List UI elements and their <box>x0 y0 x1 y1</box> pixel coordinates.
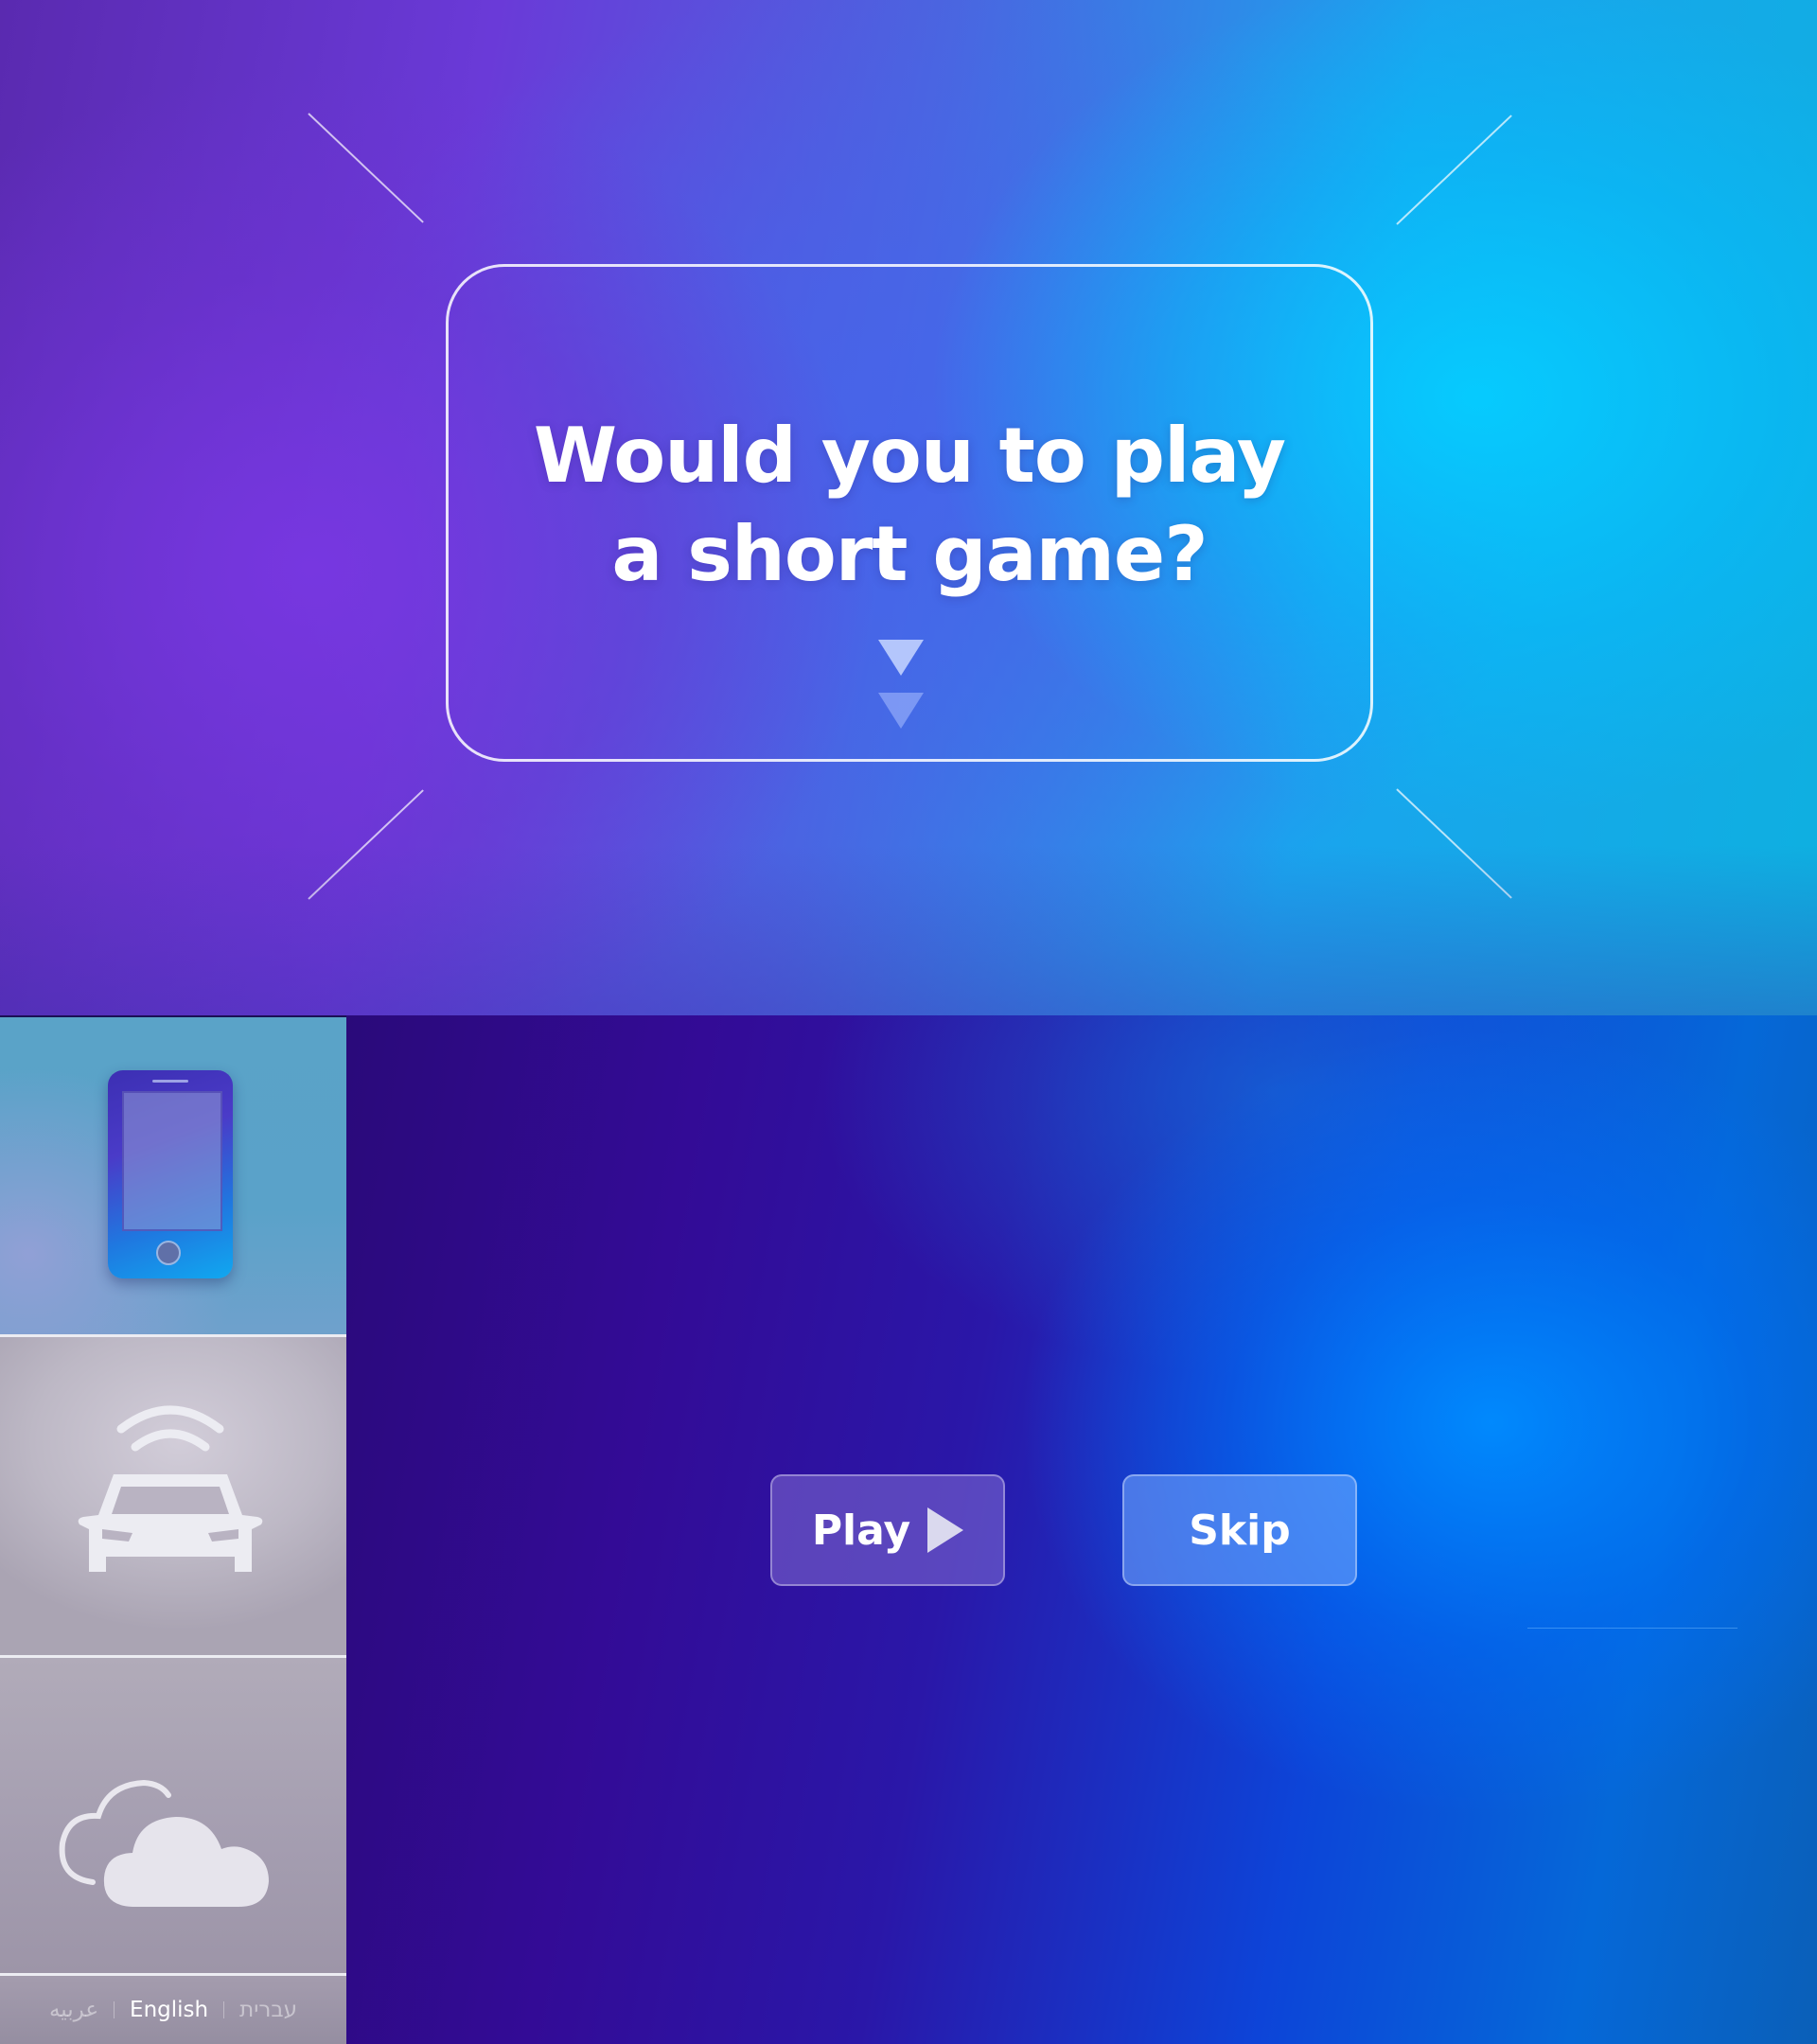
play-button[interactable]: Play <box>770 1474 1005 1586</box>
chevron-down-icon <box>878 693 924 729</box>
language-option-hebrew[interactable]: עברית <box>239 1998 297 2022</box>
sidebar-item-connected-car[interactable] <box>0 1337 346 1655</box>
question-text: Would you to play a short game? <box>446 407 1373 604</box>
sidebar-item-cloud[interactable] <box>0 1658 346 1973</box>
phone-speaker <box>152 1080 188 1083</box>
phone-home-button <box>156 1241 181 1265</box>
decor-ray-top-right <box>1396 115 1512 225</box>
language-divider <box>114 2001 115 2018</box>
language-option-arabic[interactable]: عربيه <box>49 1998 98 2022</box>
chevron-down-icon <box>878 640 924 676</box>
decor-ray-top-left <box>308 113 424 223</box>
decor-ray-bottom-right <box>1396 788 1512 899</box>
question-line-2: a short game? <box>611 510 1208 598</box>
main-panel: Play Skip <box>346 1015 1817 2044</box>
language-divider <box>223 2001 225 2018</box>
sidebar: عربيه English עברית <box>0 1017 346 2044</box>
language-switcher: عربيه English עברית <box>0 1976 346 2044</box>
cloud-icon <box>59 1779 269 1907</box>
phone-screen <box>122 1091 222 1231</box>
hero-panel: Would you to play a short game? <box>0 0 1817 1015</box>
sidebar-item-phone[interactable] <box>0 1017 346 1334</box>
play-icon <box>927 1507 964 1553</box>
language-option-english[interactable]: English <box>130 1998 208 2022</box>
skip-button[interactable]: Skip <box>1122 1474 1357 1586</box>
play-button-label: Play <box>811 1506 911 1555</box>
decor-ray-bottom-left <box>308 789 424 900</box>
connected-car-icon <box>78 1405 263 1572</box>
skip-button-label: Skip <box>1189 1506 1291 1555</box>
decor-line <box>1527 1628 1738 1629</box>
phone-icon <box>108 1070 233 1278</box>
question-line-1: Would you to play <box>533 412 1286 500</box>
